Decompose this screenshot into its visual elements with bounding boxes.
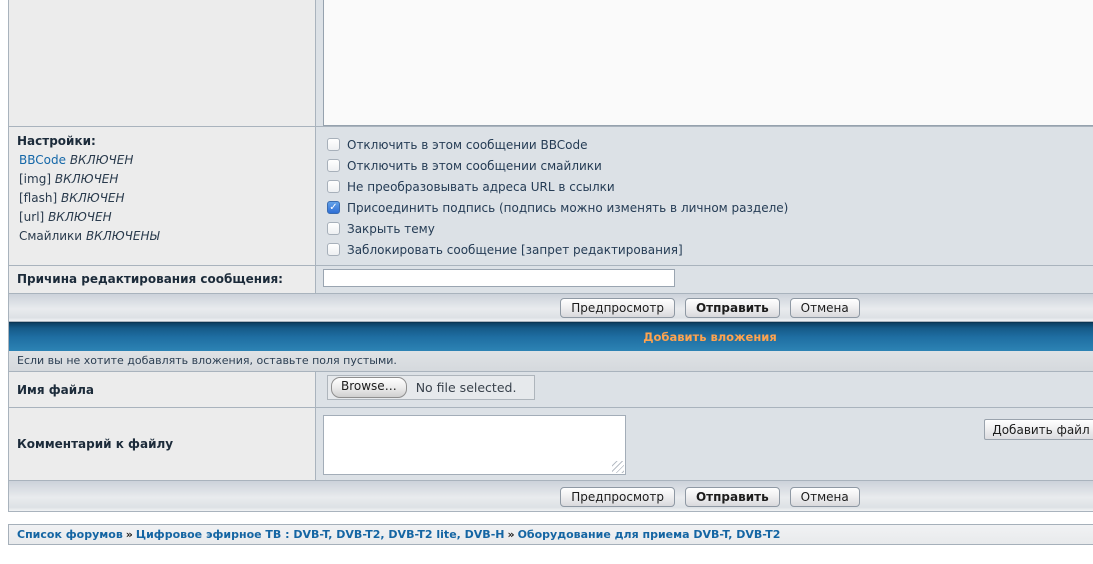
browse-button[interactable]: Browse… <box>331 377 407 398</box>
option-label: Присоединить подпись (подпись можно изме… <box>347 201 788 215</box>
preview-button[interactable]: Предпросмотр <box>560 487 675 507</box>
message-row-left-cell <box>9 0 316 126</box>
lock-topic-checkbox[interactable]: ✓ <box>327 222 340 235</box>
filename-label: Имя файла <box>9 383 94 397</box>
option-label: Отключить в этом сообщении BBCode <box>347 138 588 152</box>
breadcrumb-link-forum[interactable]: Оборудование для приема DVB-T, DVB-T2 <box>518 528 781 541</box>
edit-reason-label: Причина редактирования сообщения: <box>9 266 315 286</box>
flash-status: ВКЛЮЧЕН <box>61 191 125 205</box>
breadcrumb-link-category[interactable]: Цифровое эфирное ТВ : DVB-T, DVB-T2, DVB… <box>136 528 505 541</box>
file-comment-label: Комментарий к файлу <box>9 437 173 451</box>
attachments-info-text: Если вы не хотите добавлять вложения, ос… <box>9 351 1093 372</box>
posting-form-table: Настройки: BBCode ВКЛЮЧЕН [img] ВКЛЮЧЕН … <box>8 0 1093 512</box>
option-label: Не преобразовывать адреса URL в ссылки <box>347 180 615 194</box>
settings-line-url: [url] ВКЛЮЧЕН <box>17 208 307 227</box>
edit-reason-input[interactable] <box>323 269 675 287</box>
add-file-button[interactable]: Добавить файл <box>984 419 1093 440</box>
cancel-button[interactable]: Отмена <box>790 298 860 318</box>
no-file-selected-text: No file selected. <box>416 380 517 395</box>
check-icon: ✓ <box>328 202 339 213</box>
option-label: Отключить в этом сообщении смайлики <box>347 159 602 173</box>
options-cell: ✓ Отключить в этом сообщении BBCode ✓ От… <box>316 127 1093 265</box>
file-comment-row: Комментарий к файлу Добавить файл <box>9 408 1093 481</box>
submit-button[interactable]: Отправить <box>685 487 780 507</box>
submit-bar-bottom: Предпросмотр Отправить Отмена <box>9 481 1093 512</box>
lock-post-checkbox[interactable]: ✓ <box>327 243 340 256</box>
filename-row: Имя файла Browse… No file selected. <box>9 372 1093 408</box>
breadcrumb-separator: » <box>504 528 517 541</box>
breadcrumb-separator: » <box>123 528 136 541</box>
file-comment-label-cell: Комментарий к файлу <box>9 408 316 480</box>
edit-reason-input-cell <box>316 266 1093 293</box>
breadcrumb: Список форумов»Цифровое эфирное ТВ : DVB… <box>8 524 1093 545</box>
bbcode-status: ВКЛЮЧЕН <box>70 153 134 167</box>
submit-button[interactable]: Отправить <box>685 298 780 318</box>
smilies-status: ВКЛЮЧЕНЫ <box>86 229 159 243</box>
preview-button[interactable]: Предпросмотр <box>560 298 675 318</box>
settings-line-smilies: Смайлики ВКЛЮЧЕНЫ <box>17 227 307 246</box>
filename-input-cell: Browse… No file selected. <box>316 372 1093 407</box>
posting-page: Настройки: BBCode ВКЛЮЧЕН [img] ВКЛЮЧЕН … <box>0 0 1093 564</box>
no-magic-url-checkbox[interactable]: ✓ <box>327 180 340 193</box>
settings-line-flash: [flash] ВКЛЮЧЕН <box>17 189 307 208</box>
option-label: Закрыть тему <box>347 222 435 236</box>
option-disable-smilies: ✓ Отключить в этом сообщении смайлики <box>327 155 1093 176</box>
option-attach-signature: ✓ Присоединить подпись (подпись можно из… <box>327 197 1093 218</box>
disable-bbcode-checkbox[interactable]: ✓ <box>327 138 340 151</box>
option-lock-post: ✓ Заблокировать сообщение [запрет редакт… <box>327 239 1093 260</box>
settings-cell: Настройки: BBCode ВКЛЮЧЕН [img] ВКЛЮЧЕН … <box>9 127 316 265</box>
message-row-right-cell <box>316 0 1093 126</box>
filename-label-cell: Имя файла <box>9 372 316 407</box>
edit-reason-label-cell: Причина редактирования сообщения: <box>9 266 316 293</box>
url-status: ВКЛЮЧЕН <box>48 210 112 224</box>
disable-smilies-checkbox[interactable]: ✓ <box>327 159 340 172</box>
option-no-magic-url: ✓ Не преобразовывать адреса URL в ссылки <box>327 176 1093 197</box>
bbcode-link[interactable]: BBCode <box>19 153 66 167</box>
attachments-header: Добавить вложения <box>9 322 1093 351</box>
file-comment-cell: Добавить файл <box>316 408 1093 480</box>
settings-line-img: [img] ВКЛЮЧЕН <box>17 170 307 189</box>
file-upload-input[interactable]: Browse… No file selected. <box>327 375 535 400</box>
message-textarea[interactable] <box>323 0 1093 126</box>
settings-line-bbcode: BBCode ВКЛЮЧЕН <box>17 151 307 170</box>
submit-bar-top: Предпросмотр Отправить Отмена <box>9 294 1093 322</box>
cancel-button[interactable]: Отмена <box>790 487 860 507</box>
file-comment-textarea[interactable] <box>323 415 626 475</box>
option-lock-topic: ✓ Закрыть тему <box>327 218 1093 239</box>
attach-signature-checkbox[interactable]: ✓ <box>327 201 340 214</box>
breadcrumb-link-forum-index[interactable]: Список форумов <box>17 528 123 541</box>
edit-reason-row: Причина редактирования сообщения: <box>9 266 1093 294</box>
option-disable-bbcode: ✓ Отключить в этом сообщении BBCode <box>327 134 1093 155</box>
message-row <box>9 0 1093 127</box>
settings-row: Настройки: BBCode ВКЛЮЧЕН [img] ВКЛЮЧЕН … <box>9 127 1093 266</box>
settings-title: Настройки: <box>17 134 307 148</box>
option-label: Заблокировать сообщение [запрет редактир… <box>347 243 683 257</box>
img-status: ВКЛЮЧЕН <box>55 172 119 186</box>
